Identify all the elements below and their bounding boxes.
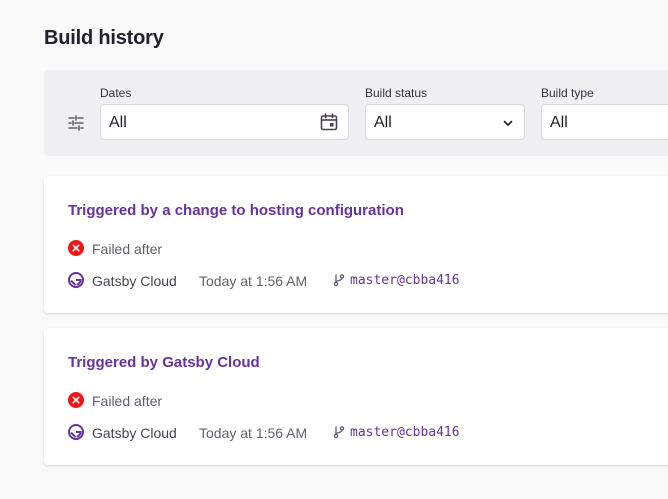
error-x-circle-icon bbox=[68, 240, 84, 256]
sliders-icon bbox=[68, 115, 84, 131]
build-title-link[interactable]: Triggered by a change to hosting configu… bbox=[68, 202, 404, 219]
git-branch-icon bbox=[333, 426, 345, 439]
filter-bar: Dates All Build status All Build type Al… bbox=[44, 70, 668, 156]
page-title: Build history bbox=[44, 27, 164, 49]
build-title-link[interactable]: Triggered by Gatsby Cloud bbox=[68, 354, 260, 371]
commit-link[interactable]: master@cbba416 bbox=[350, 273, 460, 288]
status-text: Failed after bbox=[92, 393, 163, 409]
dates-label: Dates bbox=[100, 86, 132, 100]
gatsby-logo-icon bbox=[68, 424, 84, 440]
build-type-label: Build type bbox=[541, 86, 594, 100]
build-type-select[interactable]: All bbox=[541, 104, 668, 140]
build-status-select[interactable]: All bbox=[365, 104, 525, 140]
commit-link[interactable]: master@cbba416 bbox=[350, 425, 460, 440]
chevron-down-icon bbox=[503, 120, 513, 126]
gatsby-logo-icon bbox=[68, 272, 84, 288]
dates-field[interactable]: All bbox=[100, 104, 349, 140]
calendar-icon[interactable] bbox=[319, 112, 339, 132]
status-text: Failed after bbox=[92, 241, 163, 257]
dates-filter: Dates All bbox=[100, 86, 349, 140]
build-time: Today at 1:56 AM bbox=[199, 273, 308, 289]
build-type-value: All bbox=[550, 114, 568, 131]
build-card[interactable]: Triggered by Gatsby Cloud Failed after G… bbox=[44, 328, 668, 465]
build-time: Today at 1:56 AM bbox=[199, 425, 308, 441]
build-status-value: All bbox=[374, 114, 392, 131]
build-source: Gatsby Cloud bbox=[92, 425, 177, 441]
build-source: Gatsby Cloud bbox=[92, 273, 177, 289]
build-type-filter: Build type All bbox=[541, 86, 668, 140]
git-branch-icon bbox=[333, 274, 345, 287]
error-x-circle-icon bbox=[68, 392, 84, 408]
build-meta: Gatsby Cloud Today at 1:56 AM master@cbb… bbox=[68, 271, 668, 289]
build-meta: Gatsby Cloud Today at 1:56 AM master@cbb… bbox=[68, 423, 668, 441]
dates-value: All bbox=[109, 114, 127, 131]
build-status-label: Build status bbox=[365, 86, 428, 100]
build-status-filter: Build status All bbox=[365, 86, 525, 140]
build-card[interactable]: Triggered by a change to hosting configu… bbox=[44, 176, 668, 313]
